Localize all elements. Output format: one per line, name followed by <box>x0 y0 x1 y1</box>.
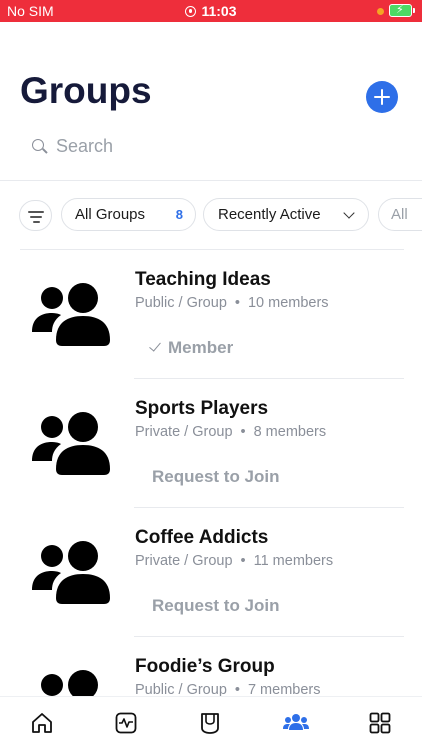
search-bar[interactable] <box>20 128 400 164</box>
tab-activity[interactable] <box>106 705 146 743</box>
grid-icon <box>369 712 391 734</box>
tab-groups[interactable] <box>275 705 315 743</box>
more-filter-label: All <box>391 206 408 223</box>
search-input[interactable] <box>56 132 396 160</box>
activity-icon <box>115 712 137 734</box>
member-status-label: Member <box>168 338 234 357</box>
search-icon <box>32 139 44 151</box>
groups-icon <box>283 714 309 730</box>
sort-dropdown[interactable]: Recently Active <box>203 198 369 231</box>
group-meta: Private / Group • 8 members <box>135 424 326 440</box>
group-item[interactable]: Sports Players Private / Group • 8 members… <box>0 379 422 508</box>
meta-separator: • <box>240 424 246 440</box>
group-item[interactable]: Teaching Ideas Public / Group • 10 members… <box>0 250 422 379</box>
group-name: Sports Players <box>135 398 269 419</box>
home-icon <box>32 713 52 733</box>
checkmark-icon <box>149 339 161 352</box>
group-avatar-icon <box>32 283 110 346</box>
add-group-button[interactable] <box>366 81 398 113</box>
request-to-join-button[interactable]: Request to Join <box>152 596 280 616</box>
more-filter-chip[interactable]: All <box>378 198 422 231</box>
group-meta: Private / Group • 11 members <box>135 553 333 569</box>
privacy-indicator-icon <box>377 8 384 15</box>
page-title: Groups <box>20 70 152 111</box>
status-time: 11:03 <box>201 3 237 19</box>
group-privacy: Private / Group <box>135 553 233 569</box>
status-bar: No SIM 11:03 ⚡ <box>0 0 422 22</box>
tab-bar <box>0 696 422 750</box>
meta-separator: • <box>234 295 240 311</box>
meta-separator: • <box>240 553 246 569</box>
chevron-down-icon <box>343 207 355 219</box>
group-member-count: 11 members <box>253 553 334 569</box>
request-to-join-button[interactable]: Request to Join <box>152 467 280 487</box>
filter-button[interactable] <box>19 200 52 231</box>
group-privacy: Private / Group <box>135 424 233 440</box>
group-member-count: 10 members <box>247 295 329 311</box>
group-avatar-icon <box>32 541 110 604</box>
battery-icon: ⚡ <box>389 4 415 17</box>
group-name: Teaching Ideas <box>135 269 271 290</box>
group-privacy: Public / Group <box>135 295 227 311</box>
group-meta: Public / Group • 10 members <box>135 295 329 311</box>
all-groups-count: 8 <box>175 207 183 222</box>
header-divider <box>0 180 422 181</box>
tab-home[interactable] <box>22 705 62 743</box>
status-time-group: 11:03 <box>0 3 422 19</box>
group-name: Coffee Addicts <box>135 527 269 548</box>
group-avatar-icon <box>32 412 110 475</box>
all-groups-label: All Groups <box>75 206 146 223</box>
tab-more[interactable] <box>360 705 400 743</box>
all-groups-chip[interactable]: All Groups 8 <box>61 198 196 231</box>
filter-bar: All Groups 8 Recently Active All <box>0 198 422 232</box>
sort-label: Recently Active <box>218 206 321 223</box>
group-item[interactable]: Coffee Addicts Private / Group • 11 member… <box>0 508 422 637</box>
screen-record-icon <box>185 6 197 17</box>
group-member-count: 8 members <box>253 424 327 440</box>
group-name: Foodie’s Group <box>135 656 275 677</box>
profile-card-icon <box>201 713 219 734</box>
tab-profile[interactable] <box>190 705 230 743</box>
member-status: Member <box>149 338 234 358</box>
